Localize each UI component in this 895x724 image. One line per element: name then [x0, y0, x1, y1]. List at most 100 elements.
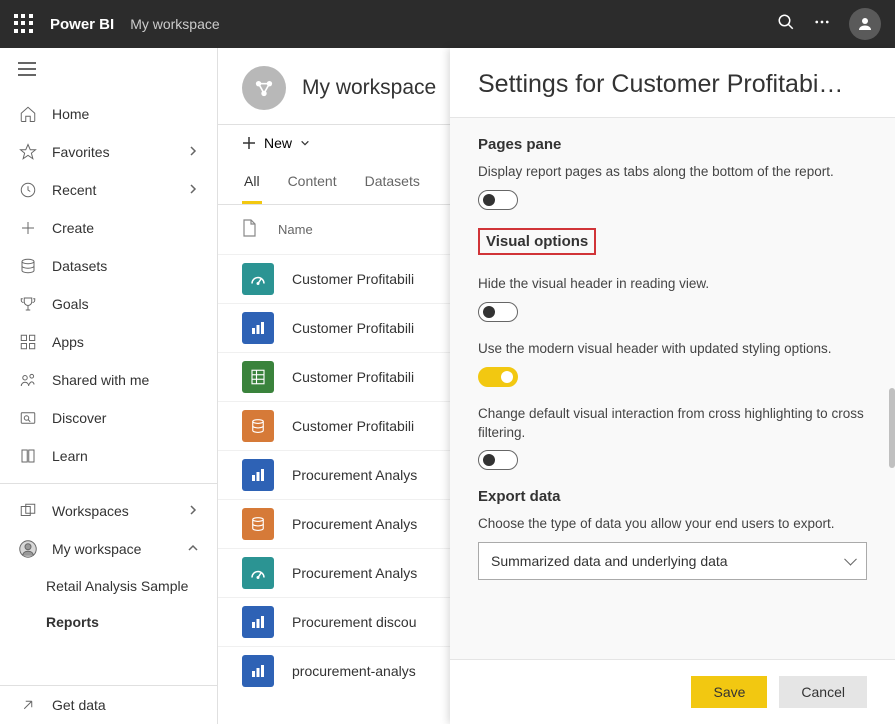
cancel-button[interactable]: Cancel — [779, 676, 867, 708]
panel-footer: Save Cancel — [450, 659, 895, 724]
sidebar-item-label: Create — [52, 220, 94, 236]
chevron-up-icon — [187, 541, 199, 557]
sidebar-item-my-workspace[interactable]: My workspace — [0, 530, 217, 568]
sidebar-item-workspaces[interactable]: Workspaces — [0, 492, 217, 530]
list-item-label: Procurement Analys — [292, 565, 417, 581]
tab-datasets[interactable]: Datasets — [363, 161, 422, 204]
db-icon — [242, 410, 274, 442]
person-icon — [18, 540, 38, 558]
home-icon — [18, 105, 38, 123]
plus-icon — [18, 219, 38, 237]
scrollbar[interactable] — [889, 388, 895, 468]
sidebar-item-recent[interactable]: Recent — [0, 171, 217, 209]
sidebar-item-label: Recent — [52, 182, 96, 198]
document-icon — [242, 219, 256, 240]
gauge-icon — [242, 263, 274, 295]
sidebar-item-discover[interactable]: Discover — [0, 399, 217, 437]
workspace-avatar-icon — [242, 66, 286, 110]
gauge-icon — [242, 557, 274, 589]
sidebar-item-label: Workspaces — [52, 503, 129, 519]
sidebar-item-label: Datasets — [52, 258, 107, 274]
list-item-label: Customer Profitabili — [292, 320, 414, 336]
more-icon[interactable] — [813, 13, 831, 36]
list-item-label: procurement-analys — [292, 663, 416, 679]
sidebar: Home Favorites Recent Create Datasets Go… — [0, 48, 218, 724]
sidebar-item-shared[interactable]: Shared with me — [0, 361, 217, 399]
bar-icon — [242, 312, 274, 344]
setting-cross-filter-desc: Change default visual interaction from c… — [478, 405, 867, 443]
export-data-select[interactable]: Summarized data and underlying data — [478, 542, 867, 580]
settings-panel: Settings for Customer Profitabi… Pages p… — [450, 48, 895, 724]
list-item-label: Customer Profitabili — [292, 271, 414, 287]
bar-icon — [242, 606, 274, 638]
setting-modern-header-desc: Use the modern visual header with update… — [478, 340, 867, 359]
brand-label: Power BI — [50, 16, 114, 33]
sidebar-item-label: Learn — [52, 448, 88, 464]
sidebar-item-create[interactable]: Create — [0, 209, 217, 247]
panel-title: Settings for Customer Profitabi… — [450, 48, 895, 118]
list-item-label: Procurement discou — [292, 614, 417, 630]
sheet-icon — [242, 361, 274, 393]
sidebar-item-label: Apps — [52, 334, 84, 350]
book-icon — [18, 447, 38, 465]
list-item-label: Procurement Analys — [292, 516, 417, 532]
section-visual-title: Visual options — [478, 228, 596, 255]
chevron-right-icon — [187, 503, 199, 519]
list-item-label: Procurement Analys — [292, 467, 417, 483]
app-launcher-icon[interactable] — [14, 14, 34, 34]
hamburger-icon[interactable] — [0, 48, 217, 95]
section-pages-title: Pages pane — [478, 136, 867, 153]
sidebar-item-label: Discover — [52, 410, 106, 426]
sidebar-item-datasets[interactable]: Datasets — [0, 247, 217, 285]
sidebar-item-label: Shared with me — [52, 372, 149, 388]
sidebar-item-home[interactable]: Home — [0, 95, 217, 133]
sidebar-sub-reports[interactable]: Reports — [0, 604, 217, 640]
star-icon — [18, 143, 38, 161]
divider — [0, 483, 217, 484]
toggle-cross-filter[interactable] — [478, 450, 518, 470]
setting-export-desc: Choose the type of data you allow your e… — [478, 515, 867, 534]
save-button[interactable]: Save — [691, 676, 767, 708]
sidebar-item-label: Get data — [52, 697, 106, 713]
chevron-right-icon — [187, 144, 199, 160]
sidebar-item-goals[interactable]: Goals — [0, 285, 217, 323]
trophy-icon — [18, 295, 38, 313]
sidebar-item-learn[interactable]: Learn — [0, 437, 217, 475]
share-icon — [18, 371, 38, 389]
toggle-hide-header[interactable] — [478, 302, 518, 322]
sidebar-sub-retail[interactable]: Retail Analysis Sample — [0, 568, 217, 604]
clock-icon — [18, 181, 38, 199]
panel-body: Pages pane Display report pages as tabs … — [450, 118, 895, 659]
list-item-label: Customer Profitabili — [292, 369, 414, 385]
workspace-title: My workspace — [302, 76, 436, 100]
avatar[interactable] — [849, 8, 881, 40]
bar-icon — [242, 459, 274, 491]
sidebar-item-get-data[interactable]: Get data — [0, 685, 217, 724]
toggle-modern-header[interactable] — [478, 367, 518, 387]
bar-icon — [242, 655, 274, 687]
sidebar-item-label: Goals — [52, 296, 89, 312]
database-icon — [18, 257, 38, 275]
sidebar-item-label: My workspace — [52, 541, 141, 557]
sidebar-item-label: Favorites — [52, 144, 110, 160]
sidebar-item-apps[interactable]: Apps — [0, 323, 217, 361]
chevron-right-icon — [187, 182, 199, 198]
list-item-label: Customer Profitabili — [292, 418, 414, 434]
sidebar-item-favorites[interactable]: Favorites — [0, 133, 217, 171]
new-button-label: New — [264, 135, 292, 151]
toggle-pages-pane[interactable] — [478, 190, 518, 210]
tab-content[interactable]: Content — [286, 161, 339, 204]
section-export-title: Export data — [478, 488, 867, 505]
db-icon — [242, 508, 274, 540]
tab-all[interactable]: All — [242, 161, 262, 204]
apps-icon — [18, 333, 38, 351]
setting-pages-desc: Display report pages as tabs along the b… — [478, 163, 867, 182]
discover-icon — [18, 409, 38, 427]
setting-hide-header-desc: Hide the visual header in reading view. — [478, 275, 867, 294]
sidebar-item-label: Home — [52, 106, 89, 122]
top-bar: Power BI My workspace — [0, 0, 895, 48]
get-data-icon — [18, 696, 38, 714]
name-column-header[interactable]: Name — [278, 222, 313, 237]
search-icon[interactable] — [777, 13, 795, 36]
workspace-breadcrumb[interactable]: My workspace — [130, 16, 219, 32]
